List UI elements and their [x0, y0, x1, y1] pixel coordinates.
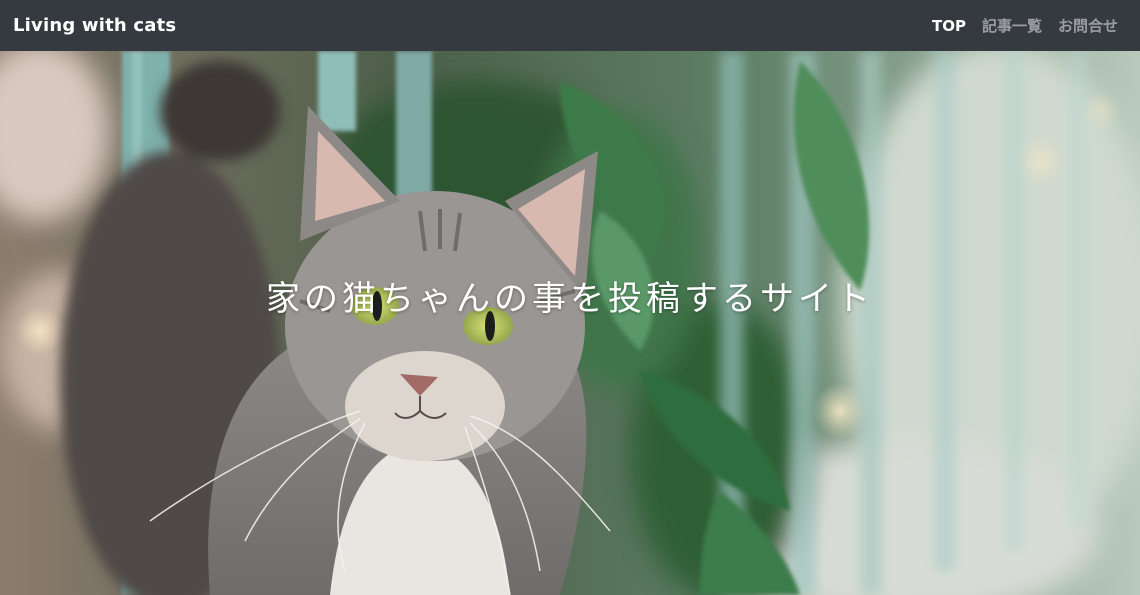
nav-link-top[interactable]: TOP — [932, 17, 966, 35]
navbar: Living with cats TOP 記事一覧 お問合せ — [0, 0, 1140, 51]
hero-title: 家の猫ちゃんの事を投稿するサイト — [266, 279, 874, 319]
hero-section: 家の猫ちゃんの事を投稿するサイト — [0, 51, 1140, 595]
brand-link[interactable]: Living with cats — [13, 15, 176, 36]
nav-links: TOP 記事一覧 お問合せ — [932, 15, 1118, 36]
nav-link-articles[interactable]: 記事一覧 — [982, 15, 1042, 36]
hero-cat-image — [0, 51, 1140, 595]
nav-link-contact[interactable]: お問合せ — [1058, 15, 1118, 36]
